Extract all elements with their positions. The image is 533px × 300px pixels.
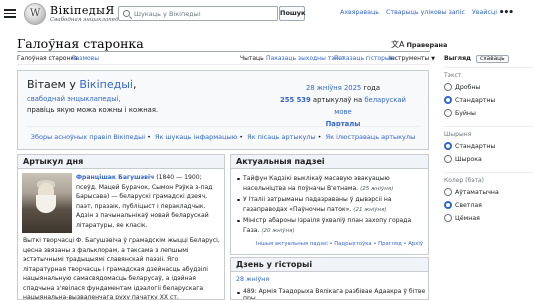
portrait-image[interactable] [22, 173, 72, 233]
more-options-icon[interactable]: ••• [499, 8, 514, 18]
on-this-day-box: Дзень у гісторыі 28 жніўня 489: Армія Тэ… [230, 257, 429, 300]
donate-link[interactable]: Ахвяраваць [340, 9, 379, 16]
date-link[interactable]: 28 жніўня 2025 [306, 84, 361, 92]
appearance-heading: Выгляд [444, 55, 472, 62]
radio-icon[interactable] [444, 109, 452, 117]
color-label: Колер (бэта) [444, 177, 485, 184]
language-button-label: Праверана [406, 41, 448, 49]
option-label: Шырока [455, 156, 482, 163]
welcome-banner: Вітаем у Вікіпедыі, свабоднай энцыклапед… [17, 70, 429, 150]
option-label: Стандартны [455, 97, 496, 104]
radio-icon[interactable] [444, 83, 452, 91]
featured-intro-text: (1840 — 1900; псеўд. Мацей Бурачок, Сымо… [76, 174, 213, 229]
appearance-sidebar: Выгляд схаваць Тэкст Дробны Стандартны Бу… [444, 51, 533, 227]
hide-button[interactable]: схаваць [476, 55, 509, 63]
color-option-dark[interactable]: Цёмная [444, 214, 533, 227]
option-label: Светлая [455, 202, 482, 209]
article-stats: 28 жніўня 2025 года 255 539 артыкулаў на… [278, 82, 408, 130]
welcome-divider [27, 126, 420, 127]
wikipedia-globe-logo[interactable] [24, 3, 46, 25]
article-count[interactable]: 255 539 [280, 96, 311, 104]
featured-article-link[interactable]: Францішак Багушэвіч [76, 174, 154, 181]
tabs-divider [17, 64, 430, 65]
sidebar-divider [444, 172, 533, 173]
text-size-label: Тэкст [444, 72, 462, 79]
language-button[interactable]: 文A Праверана [391, 39, 447, 50]
featured-article-body: Выткі творчасці Ф. Багушэвіча ў грамадск… [23, 237, 220, 300]
text-option-large[interactable]: Буйны [444, 109, 533, 122]
option-label: Буйны [455, 110, 476, 117]
help-link-rules[interactable]: Зборы асноўных правіл Вікіпедыі [31, 133, 145, 141]
search-button[interactable]: Пошук [279, 6, 305, 21]
welcome-title: Вітаем у Вікіпедыі, [27, 78, 136, 91]
welcome-description: правіць якую можа кожны і кожная. [27, 106, 159, 114]
wikipedia-link[interactable]: Вікіпедыі [79, 78, 133, 91]
wordmark[interactable]: ВікіпедыЯ [50, 4, 115, 17]
on-this-day-date-link[interactable]: 28 жніўня [236, 276, 269, 283]
list-item: Міністр абароны Ізраіля ўхваліў план зах… [236, 216, 426, 236]
text-option-standard[interactable]: Стандартны [444, 96, 533, 109]
featured-article-intro: Францішак Багушэвіч (1840 — 1900; псеўд.… [76, 173, 222, 230]
sidebar-divider [444, 126, 533, 127]
option-label: Стандартны [455, 143, 496, 150]
radio-selected-icon[interactable] [444, 96, 452, 104]
on-this-day-heading: Дзень у гісторыі [231, 258, 428, 272]
tab-history[interactable]: Паказаць гісторыю [334, 55, 395, 62]
width-option-standard[interactable]: Стандартны [444, 142, 533, 155]
current-events-box: Актуальныя падзеі Тайфун Кадзікі выкліка… [230, 154, 429, 255]
tab-discussion[interactable]: Размовы [72, 55, 99, 62]
radio-selected-icon[interactable] [444, 201, 452, 209]
welcome-greeting: Вітаем у [27, 78, 80, 91]
chevron-down-icon: ▼ [431, 56, 435, 62]
welcome-comma: , [132, 78, 137, 91]
radio-icon[interactable] [444, 155, 452, 163]
translate-icon: 文A [391, 40, 405, 49]
search-box[interactable] [118, 6, 278, 21]
option-label: Аўтаматычна [455, 189, 499, 196]
help-link-write[interactable]: Як пісаць артыкулы [247, 133, 316, 141]
tab-tools[interactable]: Інструменты ▼ [389, 55, 435, 62]
radio-icon[interactable] [444, 214, 452, 222]
radio-icon[interactable] [444, 188, 452, 196]
free-encyclopedia-link[interactable]: свабоднай энцыклапедыі, [27, 95, 121, 103]
featured-article-heading: Артыкул дня [18, 155, 224, 169]
width-option-wide[interactable]: Шырока [444, 155, 533, 168]
current-events-list: Тайфун Кадзікі выклікаў масавую эвакуацы… [236, 174, 426, 237]
tagline: Свабодная энцыклапедыя [50, 17, 127, 23]
option-label: Цёмная [455, 215, 480, 222]
width-label: Шырыня [444, 131, 472, 138]
featured-article-box: Артыкул дня Францішак Багушэвіч (1840 — … [17, 154, 225, 300]
text-option-small[interactable]: Дробны [444, 83, 533, 96]
site-header: ВікіпедыЯ Свабодная энцыклапедыя Пошук А… [0, 0, 533, 28]
create-account-link[interactable]: Стварыць уліковы запіс [386, 9, 465, 16]
option-label: Дробны [455, 84, 481, 91]
sidebar-divider [444, 67, 533, 68]
color-option-light[interactable]: Светлая [444, 201, 533, 214]
list-item: 489: Армія Тэадорыха Вялікага разбівае А… [236, 288, 426, 299]
list-item: Тайфун Кадзікі выклікаў масавую эвакуацы… [236, 174, 426, 194]
login-link[interactable]: Увайсці [472, 9, 497, 16]
title-divider [17, 51, 430, 52]
help-link-illustrate[interactable]: Як ілюстраваць артыкулы [326, 133, 416, 141]
count-text: артыкулаў на [310, 96, 365, 104]
search-input[interactable] [134, 9, 274, 19]
current-events-footer-links[interactable]: Іншыя актуальныя падзеі • Падрыхтоўка • … [256, 241, 423, 247]
event-date: (21 жніўня) [353, 206, 387, 213]
help-links: Зборы асноўных правіл Вікіпедыі • Як шука… [30, 133, 416, 141]
search-icon [123, 10, 130, 17]
event-date: (25 жніўня) [360, 185, 394, 192]
color-option-auto[interactable]: Аўтаматычна [444, 188, 533, 201]
list-item: У Італіі затрыманы падазраваны ў дывэрсі… [236, 195, 426, 215]
date-suffix: года [361, 84, 381, 92]
help-link-search[interactable]: Як шукаць інфармацыю [155, 133, 237, 141]
tools-label: Інструменты [389, 55, 430, 62]
user-links: Ахвяраваць Стварыць уліковы запіс Увайсц… [335, 9, 497, 16]
hamburger-menu-icon[interactable] [4, 7, 16, 19]
radio-selected-icon[interactable] [444, 142, 452, 150]
current-events-heading: Актуальныя падзеі [231, 155, 428, 169]
event-date: (20 жніўня) [261, 227, 295, 234]
page-title: Галоўная старонка [17, 36, 144, 51]
